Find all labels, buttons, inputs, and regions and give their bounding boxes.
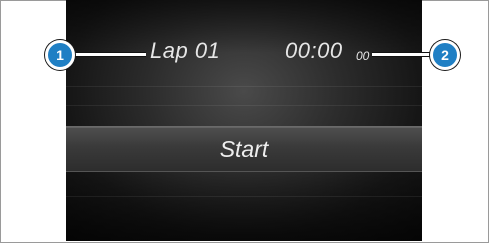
elapsed-time: 00:00 — [285, 38, 343, 63]
callout-2-leader-line — [372, 52, 430, 57]
elapsed-hundredths: 00 — [356, 49, 370, 63]
start-button[interactable]: Start — [66, 126, 422, 172]
callout-1-leader-line — [70, 52, 146, 57]
callout-1-marker: 1 — [45, 40, 75, 70]
row-divider — [66, 196, 422, 197]
row-divider — [66, 86, 422, 87]
stopwatch-display — [66, 0, 422, 241]
start-button-label: Start — [219, 136, 269, 162]
lap-label: Lap 01 — [150, 38, 221, 63]
row-divider — [66, 105, 422, 106]
callout-2-marker: 2 — [430, 40, 460, 70]
